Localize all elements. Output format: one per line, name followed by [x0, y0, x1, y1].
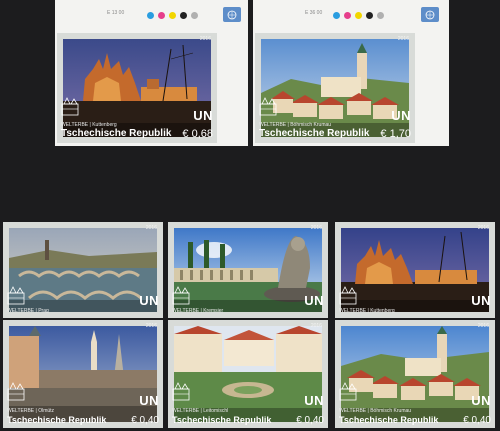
stamp-kremsier[interactable]: 2016 UN WELTERBE | Kremsier	[168, 222, 328, 318]
stamp-caption: WELTERBE | Kuttenberg	[339, 308, 395, 314]
stamp-year: 2016	[145, 323, 157, 329]
world-heritage-icon	[339, 286, 357, 305]
stamp-image-prague	[9, 228, 157, 312]
register-dot	[377, 12, 384, 19]
register-dot	[169, 12, 176, 19]
stamp-image-kutna-hora	[341, 228, 489, 312]
stamp-year: 2016	[397, 36, 409, 42]
stamp-set-page: E 13 00 E 36 00 2016 UN WELTERBE | Kutte…	[0, 0, 500, 431]
stamp-value: € 0,68	[182, 128, 213, 140]
color-register-dots	[333, 12, 384, 19]
register-dot	[147, 12, 154, 19]
stamp-year: 2016	[310, 225, 322, 231]
stamp-caption: WELTERBE | Böhmisch Krumau	[339, 408, 412, 414]
stamp-value: € 0,40	[131, 415, 159, 426]
stamp-country: Tschechische Republik	[172, 415, 272, 425]
register-dot	[366, 12, 373, 19]
un-logo: UN	[471, 393, 491, 408]
register-dot	[158, 12, 165, 19]
stamp-caption: WELTERBE | Kremsier	[172, 308, 224, 314]
stamp-value: € 0,40	[296, 415, 324, 426]
stamp-caption: WELTERBE | Prag	[7, 308, 49, 314]
stamp-caption: WELTERBE | Leitomischl	[172, 408, 229, 414]
stamp-country: Tschechische Republik	[339, 415, 439, 425]
world-heritage-icon	[7, 286, 25, 305]
stamp-year: 2016	[145, 225, 157, 231]
register-dot	[191, 12, 198, 19]
un-logo: UN	[139, 393, 159, 408]
un-emblem-icon	[421, 7, 439, 22]
stamp-country: Tschechische Republik	[259, 128, 370, 139]
un-logo: UN	[193, 108, 213, 123]
register-dot	[333, 12, 340, 19]
un-logo: UN	[304, 393, 324, 408]
stamp-year: 2016	[477, 225, 489, 231]
stamp-kuttenberg-2[interactable]: 2016 UN WELTERBE | Kuttenberg	[335, 222, 495, 318]
stamp-boehmisch-krumau-2[interactable]: 2016 UN WELTERBE | Böhmisch Krumau Tsche…	[335, 320, 495, 428]
world-heritage-icon	[172, 286, 190, 305]
stamp-year: 2016	[477, 323, 489, 329]
un-emblem-icon	[223, 7, 241, 22]
register-dot	[355, 12, 362, 19]
stamp-olmuetz[interactable]: 2016 UN WELTERBE | Olmütz Tschechische R…	[3, 320, 163, 428]
un-logo: UN	[139, 293, 159, 308]
world-heritage-icon	[172, 382, 190, 401]
sheet-plate-code: E 36 00	[305, 10, 323, 16]
un-logo: UN	[304, 293, 324, 308]
un-logo: UN	[391, 108, 411, 123]
stamp-value: € 0,40	[463, 415, 491, 426]
sheet-plate-code: E 13 00	[107, 10, 125, 16]
stamp-prag[interactable]: 2016 UN WELTERBE | Prag	[3, 222, 163, 318]
stamp-caption: WELTERBE | Olmütz	[7, 408, 55, 414]
stamp-boehmisch-krumau[interactable]: 2016 UN WELTERBE | Böhmisch Krumau Tsche…	[255, 33, 415, 143]
stamp-leitomischl[interactable]: 2016 UN WELTERBE | Leitomischl Tschechis…	[168, 320, 328, 428]
stamp-year: 2016	[310, 323, 322, 329]
stamp-kuttenberg[interactable]: 2016 UN WELTERBE | Kuttenberg Tschechisc…	[57, 33, 217, 143]
world-heritage-icon	[61, 97, 79, 116]
world-heritage-icon	[259, 97, 277, 116]
stamp-country: Tschechische Republik	[7, 415, 107, 425]
world-heritage-icon	[7, 382, 25, 401]
un-logo: UN	[471, 293, 491, 308]
color-register-dots	[147, 12, 198, 19]
world-heritage-icon	[339, 382, 357, 401]
register-dot	[344, 12, 351, 19]
stamp-country: Tschechische Republik	[61, 128, 172, 139]
stamp-year: 2016	[199, 36, 211, 42]
stamp-value: € 1,70	[380, 128, 411, 140]
register-dot	[180, 12, 187, 19]
stamp-image-kromeriz	[174, 228, 322, 312]
